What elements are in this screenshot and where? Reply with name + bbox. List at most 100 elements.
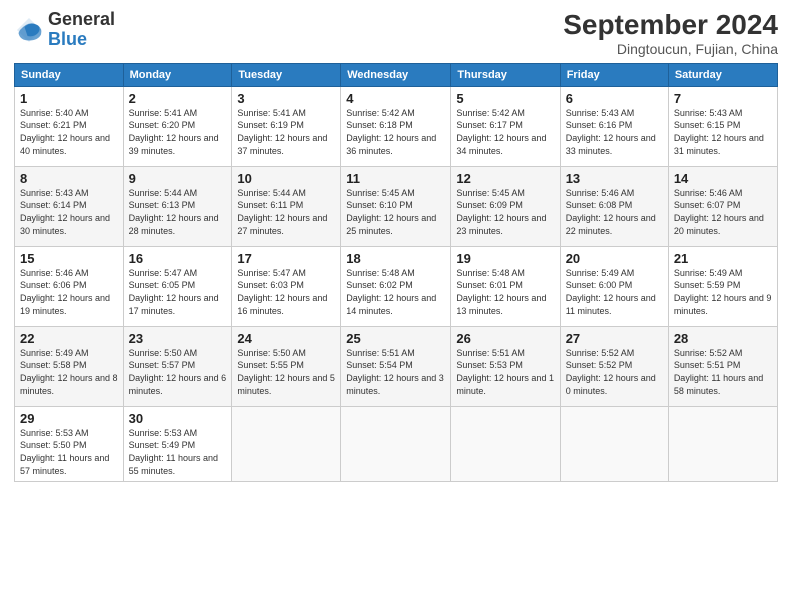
sunrise-label: Sunrise: 5:42 AM [346,108,415,118]
empty-cell [560,406,668,481]
calendar-week-row: 1 Sunrise: 5:40 AM Sunset: 6:21 PM Dayli… [15,86,778,166]
daylight-label: Daylight: 12 hours and 16 minutes. [237,293,327,316]
weekday-wednesday: Wednesday [341,63,451,86]
daylight-label: Daylight: 12 hours and 6 minutes. [129,373,227,396]
day-number: 29 [20,411,118,426]
sunrise-label: Sunrise: 5:47 AM [129,268,198,278]
sunset-label: Sunset: 5:54 PM [346,360,413,370]
day-cell-30: 30 Sunrise: 5:53 AM Sunset: 5:49 PM Dayl… [123,406,232,481]
day-number: 28 [674,331,772,346]
day-number: 5 [456,91,554,106]
day-number: 7 [674,91,772,106]
daylight-label: Daylight: 12 hours and 40 minutes. [20,133,110,156]
day-number: 17 [237,251,335,266]
daylight-label: Daylight: 12 hours and 1 minute. [456,373,554,396]
day-info: Sunrise: 5:48 AM Sunset: 6:02 PM Dayligh… [346,267,445,317]
logo: General Blue [14,10,115,50]
day-info: Sunrise: 5:46 AM Sunset: 6:08 PM Dayligh… [566,187,663,237]
daylight-label: Daylight: 12 hours and 22 minutes. [566,213,656,236]
day-info: Sunrise: 5:53 AM Sunset: 5:50 PM Dayligh… [20,427,118,477]
sunrise-label: Sunrise: 5:45 AM [346,188,415,198]
daylight-label: Daylight: 12 hours and 28 minutes. [129,213,219,236]
sunset-label: Sunset: 6:16 PM [566,120,633,130]
sunrise-label: Sunrise: 5:47 AM [237,268,306,278]
day-cell-9: 9 Sunrise: 5:44 AM Sunset: 6:13 PM Dayli… [123,166,232,246]
day-cell-11: 11 Sunrise: 5:45 AM Sunset: 6:10 PM Dayl… [341,166,451,246]
daylight-label: Daylight: 12 hours and 39 minutes. [129,133,219,156]
sunrise-label: Sunrise: 5:49 AM [674,268,743,278]
logo-blue: Blue [48,29,87,49]
day-number: 13 [566,171,663,186]
sunset-label: Sunset: 5:50 PM [20,440,87,450]
sunrise-label: Sunrise: 5:49 AM [20,348,89,358]
sunset-label: Sunset: 6:20 PM [129,120,196,130]
sunset-label: Sunset: 6:06 PM [20,280,87,290]
day-cell-12: 12 Sunrise: 5:45 AM Sunset: 6:09 PM Dayl… [451,166,560,246]
sunset-label: Sunset: 5:57 PM [129,360,196,370]
calendar-week-row: 29 Sunrise: 5:53 AM Sunset: 5:50 PM Dayl… [15,406,778,481]
day-info: Sunrise: 5:49 AM Sunset: 5:58 PM Dayligh… [20,347,118,397]
logo-icon [14,15,44,45]
daylight-label: Daylight: 12 hours and 27 minutes. [237,213,327,236]
empty-cell [451,406,560,481]
sunrise-label: Sunrise: 5:51 AM [456,348,525,358]
sunrise-label: Sunrise: 5:52 AM [566,348,635,358]
daylight-label: Daylight: 12 hours and 20 minutes. [674,213,764,236]
sunrise-label: Sunrise: 5:49 AM [566,268,635,278]
daylight-label: Daylight: 11 hours and 58 minutes. [674,373,763,396]
sunset-label: Sunset: 6:14 PM [20,200,87,210]
sunset-label: Sunset: 5:58 PM [20,360,87,370]
sunrise-label: Sunrise: 5:52 AM [674,348,743,358]
day-cell-28: 28 Sunrise: 5:52 AM Sunset: 5:51 PM Dayl… [668,326,777,406]
day-number: 20 [566,251,663,266]
weekday-monday: Monday [123,63,232,86]
day-info: Sunrise: 5:43 AM Sunset: 6:16 PM Dayligh… [566,107,663,157]
day-number: 23 [129,331,227,346]
day-info: Sunrise: 5:40 AM Sunset: 6:21 PM Dayligh… [20,107,118,157]
day-cell-22: 22 Sunrise: 5:49 AM Sunset: 5:58 PM Dayl… [15,326,124,406]
day-number: 22 [20,331,118,346]
sunset-label: Sunset: 6:07 PM [674,200,741,210]
sunrise-label: Sunrise: 5:41 AM [129,108,198,118]
day-number: 1 [20,91,118,106]
sunrise-label: Sunrise: 5:44 AM [129,188,198,198]
daylight-label: Daylight: 12 hours and 11 minutes. [566,293,656,316]
sunrise-label: Sunrise: 5:48 AM [456,268,525,278]
daylight-label: Daylight: 12 hours and 34 minutes. [456,133,546,156]
day-cell-29: 29 Sunrise: 5:53 AM Sunset: 5:50 PM Dayl… [15,406,124,481]
day-cell-7: 7 Sunrise: 5:43 AM Sunset: 6:15 PM Dayli… [668,86,777,166]
empty-cell [668,406,777,481]
day-number: 24 [237,331,335,346]
sunset-label: Sunset: 6:17 PM [456,120,523,130]
sunset-label: Sunset: 5:52 PM [566,360,633,370]
day-info: Sunrise: 5:41 AM Sunset: 6:20 PM Dayligh… [129,107,227,157]
day-cell-2: 2 Sunrise: 5:41 AM Sunset: 6:20 PM Dayli… [123,86,232,166]
day-info: Sunrise: 5:46 AM Sunset: 6:06 PM Dayligh… [20,267,118,317]
calendar-week-row: 15 Sunrise: 5:46 AM Sunset: 6:06 PM Dayl… [15,246,778,326]
day-cell-1: 1 Sunrise: 5:40 AM Sunset: 6:21 PM Dayli… [15,86,124,166]
day-cell-3: 3 Sunrise: 5:41 AM Sunset: 6:19 PM Dayli… [232,86,341,166]
sunrise-label: Sunrise: 5:48 AM [346,268,415,278]
day-info: Sunrise: 5:50 AM Sunset: 5:57 PM Dayligh… [129,347,227,397]
day-info: Sunrise: 5:42 AM Sunset: 6:17 PM Dayligh… [456,107,554,157]
weekday-header-row: SundayMondayTuesdayWednesdayThursdayFrid… [15,63,778,86]
sunrise-label: Sunrise: 5:43 AM [674,108,743,118]
sunset-label: Sunset: 6:00 PM [566,280,633,290]
day-info: Sunrise: 5:43 AM Sunset: 6:14 PM Dayligh… [20,187,118,237]
sunset-label: Sunset: 5:55 PM [237,360,304,370]
sunset-label: Sunset: 5:51 PM [674,360,741,370]
day-cell-21: 21 Sunrise: 5:49 AM Sunset: 5:59 PM Dayl… [668,246,777,326]
calendar-week-row: 22 Sunrise: 5:49 AM Sunset: 5:58 PM Dayl… [15,326,778,406]
weekday-thursday: Thursday [451,63,560,86]
daylight-label: Daylight: 11 hours and 57 minutes. [20,453,109,476]
day-info: Sunrise: 5:49 AM Sunset: 6:00 PM Dayligh… [566,267,663,317]
sunset-label: Sunset: 6:09 PM [456,200,523,210]
logo-text: General Blue [48,10,115,50]
daylight-label: Daylight: 12 hours and 3 minutes. [346,373,444,396]
day-cell-8: 8 Sunrise: 5:43 AM Sunset: 6:14 PM Dayli… [15,166,124,246]
sunset-label: Sunset: 6:21 PM [20,120,87,130]
day-number: 14 [674,171,772,186]
day-number: 12 [456,171,554,186]
day-info: Sunrise: 5:43 AM Sunset: 6:15 PM Dayligh… [674,107,772,157]
day-cell-13: 13 Sunrise: 5:46 AM Sunset: 6:08 PM Dayl… [560,166,668,246]
